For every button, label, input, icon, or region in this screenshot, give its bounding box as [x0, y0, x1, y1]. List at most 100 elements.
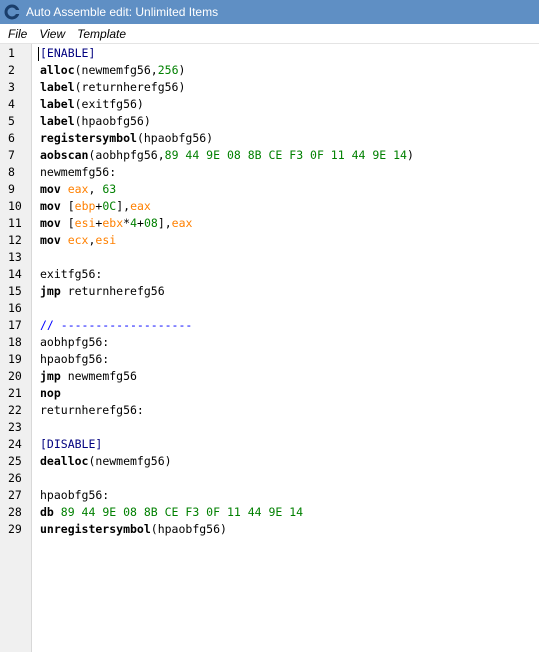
line-number: 6 [8, 131, 15, 145]
code-token: newmemfg56 [67, 369, 137, 383]
code-token: // ------------------- [40, 318, 193, 332]
code-line: db 89 44 9E 08 8B CE F3 0F 11 44 9E 14 [32, 504, 532, 521]
code-token: 08 [143, 216, 158, 230]
code-line: hpaobfg56: [32, 351, 532, 368]
line-number-gutter: 1 2 3 4 5 6 7 8 9 10 11 12 13 14 15 16 17 18 19 20 21 22 23 24 2… [0, 44, 32, 652]
line-number: 5 [8, 114, 15, 128]
line-number: 17 [8, 318, 22, 332]
code-token: hpaobfg56: [40, 352, 110, 366]
code-token: ], [116, 199, 131, 213]
code-line: [ENABLE] [32, 45, 532, 62]
code-editor[interactable]: 1 2 3 4 5 6 7 8 9 10 11 12 13 14 15 16 17 18 19 20 21 22 23 24 2… [0, 44, 539, 652]
code-token: 256 [157, 63, 179, 77]
code-token: 63 [102, 182, 117, 196]
code-token: returnherefg56: [40, 403, 144, 417]
code-line: registersymbol(hpaobfg56) [32, 130, 532, 147]
line-number: 8 [8, 165, 15, 179]
code-token: jmp [40, 284, 68, 298]
window-title: Auto Assemble edit: Unlimited Items [26, 5, 219, 19]
code-token: mov [40, 182, 68, 196]
line-number: 19 [8, 352, 22, 366]
line-number: 4 [8, 97, 15, 111]
code-line: label(exitfg56) [32, 96, 532, 113]
cheat-engine-icon [4, 4, 20, 20]
code-line: mov eax, 63 [32, 181, 532, 198]
line-number: 28 [8, 505, 22, 519]
line-number: 26 [8, 471, 22, 485]
code-line: unregistersymbol(hpaobfg56) [32, 521, 532, 538]
code-token: (hpaobfg56) [74, 114, 151, 128]
line-number: 14 [8, 267, 22, 281]
code-token: ebp [74, 199, 96, 213]
code-token: registersymbol [40, 131, 137, 145]
line-number: 2 [8, 63, 15, 77]
code-token: [ [67, 216, 75, 230]
line-number: 24 [8, 437, 22, 451]
code-token: ) [178, 63, 186, 77]
menu-file[interactable]: File [8, 27, 27, 41]
line-number: 13 [8, 250, 22, 264]
code-token: jmp [40, 369, 68, 383]
code-line: jmp newmemfg56 [32, 368, 532, 385]
code-token: esi [95, 233, 117, 247]
code-token: returnherefg56 [67, 284, 165, 298]
line-number: 3 [8, 80, 15, 94]
code-token: eax [171, 216, 193, 230]
code-token: (hpaobfg56) [150, 522, 227, 536]
line-number: 10 [8, 199, 22, 213]
code-line: label(returnherefg56) [32, 79, 532, 96]
code-line: nop [32, 385, 532, 402]
code-token: (newmemfg56) [88, 454, 172, 468]
code-line: alloc(newmemfg56,256) [32, 62, 532, 79]
code-area[interactable]: [ENABLE] alloc(newmemfg56,256) label(retur… [32, 44, 539, 652]
code-token: + [137, 216, 144, 230]
line-number: 7 [8, 148, 15, 162]
code-line: aobscan(aobhpfg56,89 44 9E 08 8B CE F3 0… [32, 147, 532, 164]
code-token: , [88, 182, 103, 196]
line-number: 20 [8, 369, 22, 383]
code-token: (returnherefg56) [74, 80, 186, 94]
code-token: 0C [102, 199, 117, 213]
code-token: esi [74, 216, 96, 230]
code-token: ], [157, 216, 172, 230]
code-token: alloc [40, 63, 75, 77]
menu-template[interactable]: Template [77, 27, 126, 41]
code-token: label [40, 114, 75, 128]
code-token: mov [40, 216, 68, 230]
code-token: dealloc [40, 454, 89, 468]
code-line: aobhpfg56: [32, 334, 532, 351]
menu-bar: File View Template [0, 24, 539, 44]
code-line: exitfg56: [32, 266, 532, 283]
line-number: 18 [8, 335, 22, 349]
code-token: 89 44 9E 08 8B CE F3 0F 11 44 9E 14 [60, 505, 304, 519]
code-token: aobhpfg56: [40, 335, 110, 349]
code-token: [ [67, 199, 75, 213]
code-token: nop [40, 386, 61, 400]
code-token: label [40, 97, 75, 111]
code-token: label [40, 80, 75, 94]
line-number: 11 [8, 216, 22, 230]
line-number: 16 [8, 301, 22, 315]
code-line: mov ecx,esi [32, 232, 532, 249]
code-token: (hpaobfg56) [136, 131, 214, 145]
line-number: 23 [8, 420, 22, 434]
code-line: newmemfg56: [32, 164, 532, 181]
line-number: 15 [8, 284, 22, 298]
code-token: unregistersymbol [40, 522, 151, 536]
code-token: hpaobfg56: [40, 488, 110, 502]
code-token: mov [40, 233, 68, 247]
code-token: eax [130, 199, 151, 213]
line-number: 1 [8, 46, 15, 60]
text-cursor [38, 47, 39, 61]
code-token: aobscan [40, 148, 89, 162]
code-line: hpaobfg56: [32, 487, 532, 504]
line-number: 29 [8, 522, 22, 536]
line-number: 25 [8, 454, 22, 468]
menu-view[interactable]: View [39, 27, 65, 41]
code-token: 4 [130, 216, 138, 230]
code-token: 89 44 9E 08 8B CE F3 0F 11 44 9E 14 [164, 148, 407, 162]
code-line: mov [ebp+0C],eax [32, 198, 532, 215]
